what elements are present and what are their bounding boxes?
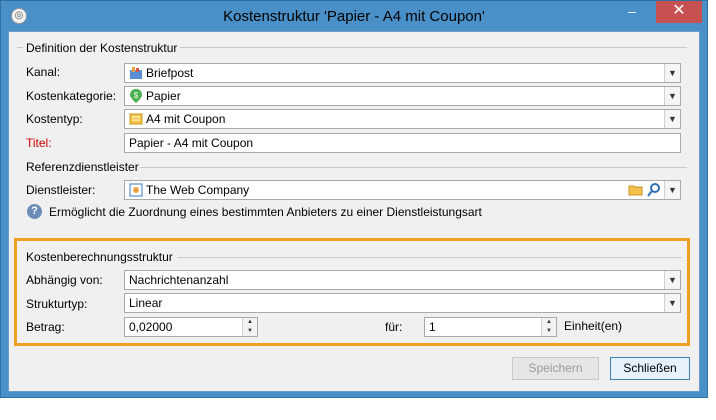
referenz-title: Referenzdienstleister [26, 160, 139, 174]
svg-text:$: $ [134, 91, 139, 100]
abhaengig-value: Nachrichtenanzahl [129, 273, 229, 287]
strukturtyp-label: Strukturtyp: [26, 297, 88, 311]
betrag-input[interactable]: 0,02000 ▲ ▼ [124, 317, 258, 337]
cost-pin-icon: $ [130, 89, 142, 103]
kostentyp-label: Kostentyp: [26, 112, 83, 126]
fuer-label: für: [385, 320, 403, 334]
dialog-body: Definition der Kostenstruktur Kanal: Bri… [8, 31, 700, 392]
berechnung-title: Kostenberechnungsstruktur [26, 250, 173, 264]
group-divider [140, 167, 687, 168]
chevron-down-icon[interactable]: ▼ [664, 64, 680, 82]
info-text: Ermöglicht die Zuordnung eines bestimmte… [49, 205, 482, 219]
betrag-spinner[interactable]: ▲ ▼ [242, 318, 257, 336]
kostenkategorie-select[interactable]: $ Papier ▼ [124, 86, 681, 106]
help-icon: ? [27, 204, 42, 219]
letter-icon [130, 67, 142, 79]
dienstleister-label: Dienstleister: [26, 183, 96, 197]
search-icon[interactable] [646, 182, 662, 198]
chevron-down-icon[interactable]: ▼ [664, 271, 680, 289]
spin-down-icon[interactable]: ▼ [542, 327, 556, 336]
title-bar[interactable]: ◎ Kostenstruktur 'Papier - A4 mit Coupon… [1, 1, 707, 31]
chevron-down-icon[interactable]: ▼ [664, 87, 680, 105]
fuer-value: 1 [429, 320, 436, 334]
dialog-window: ◎ Kostenstruktur 'Papier - A4 mit Coupon… [0, 0, 708, 398]
betrag-value: 0,02000 [129, 320, 173, 334]
folder-icon[interactable] [628, 182, 644, 198]
close-button[interactable]: Schließen [610, 357, 690, 380]
minimize-button[interactable]: – [617, 1, 647, 23]
dienstleister-value: The Web Company [146, 183, 250, 197]
chevron-down-icon[interactable]: ▼ [664, 181, 680, 199]
kanal-label: Kanal: [26, 65, 61, 79]
window-title: Kostenstruktur 'Papier - A4 mit Coupon' [223, 8, 485, 25]
abhaengig-label: Abhängig von: [26, 273, 103, 287]
fuer-input[interactable]: 1 ▲ ▼ [424, 317, 557, 337]
close-window-button[interactable]: ✕ [656, 1, 702, 23]
kanal-value: Briefpost [146, 66, 194, 80]
kostentyp-select[interactable]: A4 mit Coupon ▼ [124, 109, 681, 129]
kostentyp-value: A4 mit Coupon [146, 112, 226, 126]
abhaengig-select[interactable]: Nachrichtenanzahl ▼ [124, 270, 681, 290]
titel-value: Papier - A4 mit Coupon [129, 136, 254, 150]
strukturtyp-select[interactable]: Linear ▼ [124, 293, 681, 313]
kostenkategorie-value: Papier [146, 89, 181, 103]
group-divider [177, 257, 682, 258]
save-button[interactable]: Speichern [512, 357, 599, 380]
spin-up-icon[interactable]: ▲ [542, 318, 556, 327]
titel-input[interactable]: Papier - A4 mit Coupon [124, 133, 681, 153]
spin-down-icon[interactable]: ▼ [243, 327, 257, 336]
strukturtyp-value: Linear [129, 296, 163, 310]
kostenkategorie-label: Kostenkategorie: [26, 89, 117, 103]
titel-label: Titel: [26, 136, 52, 150]
provider-icon [129, 183, 143, 197]
fuer-unit: Einheit(en) [564, 319, 623, 333]
chevron-down-icon[interactable]: ▼ [664, 110, 680, 128]
group-title-definition: Definition der Kostenstruktur [23, 41, 181, 55]
spin-up-icon[interactable]: ▲ [243, 318, 257, 327]
kanal-select[interactable]: Briefpost ▼ [124, 63, 681, 83]
chevron-down-icon[interactable]: ▼ [664, 294, 680, 312]
fuer-spinner[interactable]: ▲ ▼ [541, 318, 556, 336]
betrag-label: Betrag: [26, 320, 65, 334]
document-icon [129, 113, 143, 125]
dienstleister-select[interactable]: The Web Company ▼ [124, 180, 681, 200]
